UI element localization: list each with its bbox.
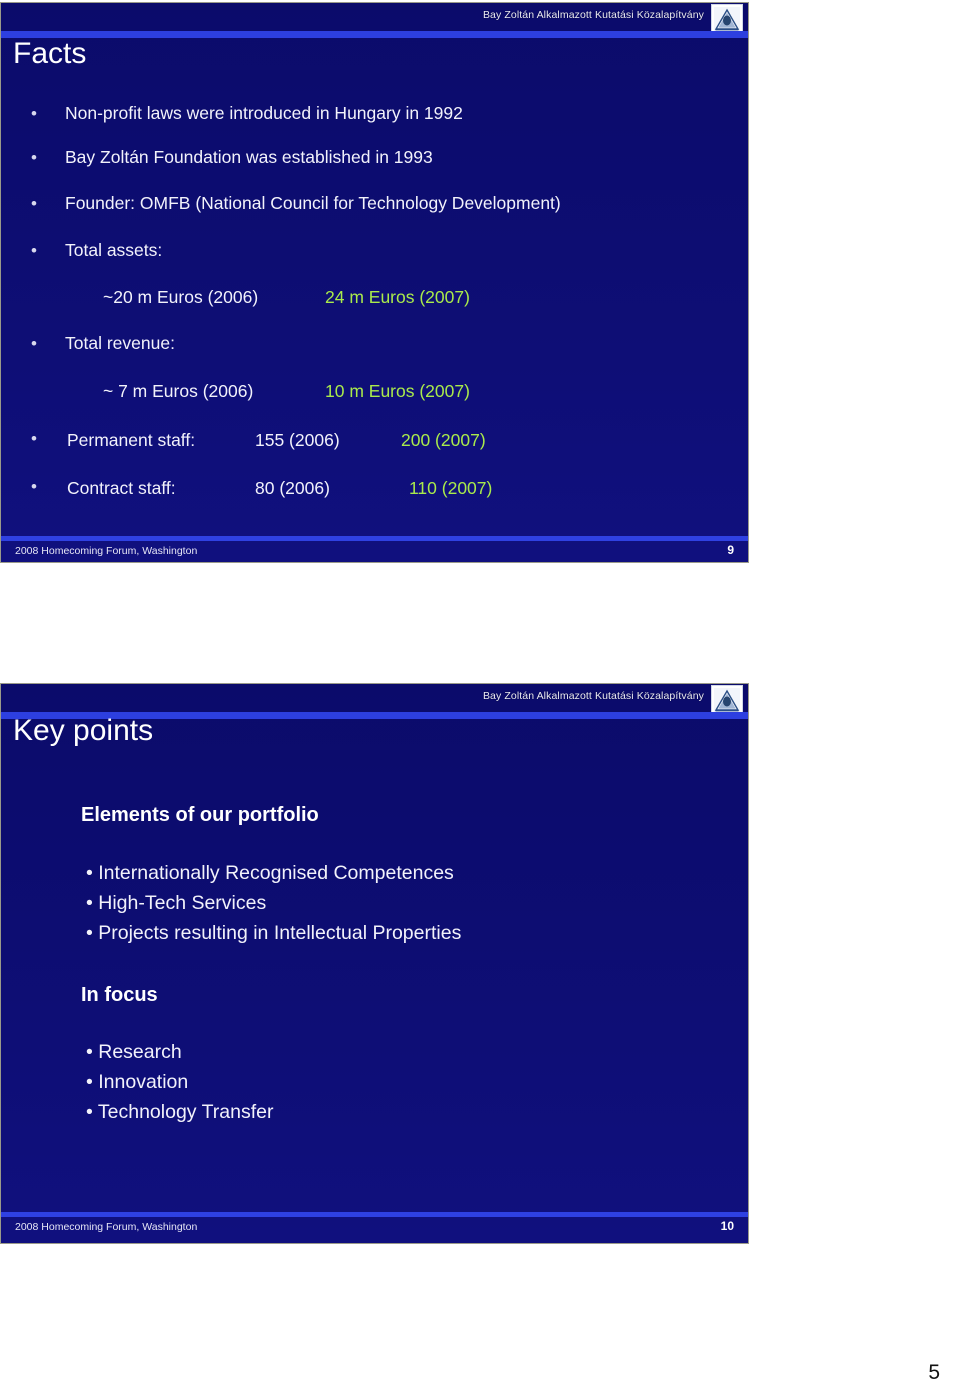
footer-page-number: 9 (727, 543, 734, 557)
portfolio-item: • High-Tech Services (86, 892, 267, 914)
footer-accent-bar (1, 1212, 748, 1217)
organization-name: Bay Zoltán Alkalmazott Kutatási Közalapí… (482, 9, 704, 21)
contract-staff-2007-value: 110 (2007) (409, 478, 493, 498)
document-page-number: 5 (928, 1361, 940, 1384)
slide-title: Facts (13, 37, 87, 70)
bullet-label: Bay Zoltán Foundation was established in… (65, 147, 433, 167)
bullet-item: • Total assets: (31, 240, 162, 261)
assets-2007-value: 24 m Euros (2007) (325, 287, 470, 307)
focus-item: • Innovation (86, 1071, 189, 1093)
footer-text: 2008 Homecoming Forum, Washington (15, 1221, 198, 1233)
bullet-label: Total assets: (65, 240, 163, 260)
bullet-item: • Non-profit laws were introduced in Hun… (31, 103, 463, 124)
document-page: Bay Zoltán Alkalmazott Kutatási Közalapí… (0, 0, 960, 1399)
bullet-item: • Bay Zoltán Foundation was established … (31, 147, 433, 168)
permanent-staff-2007-value: 200 (2007) (401, 430, 486, 450)
bullet-dot-icon: • (31, 241, 37, 260)
organization-name: Bay Zoltán Alkalmazott Kutatási Közalapí… (482, 690, 704, 702)
bullet-dot-icon: • (31, 148, 37, 167)
bullet-dot-icon: • (31, 334, 37, 353)
focus-item: • Technology Transfer (86, 1101, 274, 1123)
bullet-dot-icon: • (31, 194, 37, 213)
bullet-label: Total revenue: (65, 333, 175, 353)
permanent-staff-2006-value: 155 (2006) (255, 430, 340, 450)
bullet-item: • Founder: OMFB (National Council for Te… (31, 193, 561, 214)
assets-2006-value: ~20 m Euros (2006) (103, 287, 259, 307)
slide-header: Bay Zoltán Alkalmazott Kutatási Közalapí… (1, 3, 748, 39)
contract-staff-label: Contract staff: (67, 478, 176, 498)
bullet-item: • Total revenue: (31, 333, 175, 354)
revenue-2007-value: 10 m Euros (2007) (325, 381, 470, 401)
focus-item: • Research (86, 1041, 182, 1063)
section-heading-portfolio: Elements of our portfolio (81, 804, 319, 826)
footer-text: 2008 Homecoming Forum, Washington (15, 545, 198, 557)
header-accent-bar (1, 31, 748, 38)
portfolio-item: • Internationally Recognised Competences (86, 862, 454, 884)
permanent-staff-label: Permanent staff: (67, 430, 196, 450)
revenue-2006-value: ~ 7 m Euros (2006) (103, 381, 254, 401)
slide-key-points: Bay Zoltán Alkalmazott Kutatási Közalapí… (0, 683, 749, 1244)
footer-accent-bar (1, 536, 748, 541)
footer-page-number: 10 (720, 1219, 734, 1233)
bullet-label: Non-profit laws were introduced in Hunga… (65, 103, 463, 123)
slide-title: Key points (13, 714, 154, 747)
section-heading-in-focus: In focus (81, 984, 158, 1006)
bullet-dot-icon: • (31, 104, 37, 123)
bullet-label: Founder: OMFB (National Council for Tech… (65, 193, 561, 213)
bullet-dot-icon: • (31, 477, 37, 496)
slide-background (1, 684, 748, 1243)
contract-staff-2006-value: 80 (2006) (255, 478, 330, 498)
slide-facts: Bay Zoltán Alkalmazott Kutatási Közalapí… (0, 2, 749, 563)
portfolio-item: • Projects resulting in Intellectual Pro… (86, 922, 462, 944)
bullet-dot-icon: • (31, 429, 37, 448)
